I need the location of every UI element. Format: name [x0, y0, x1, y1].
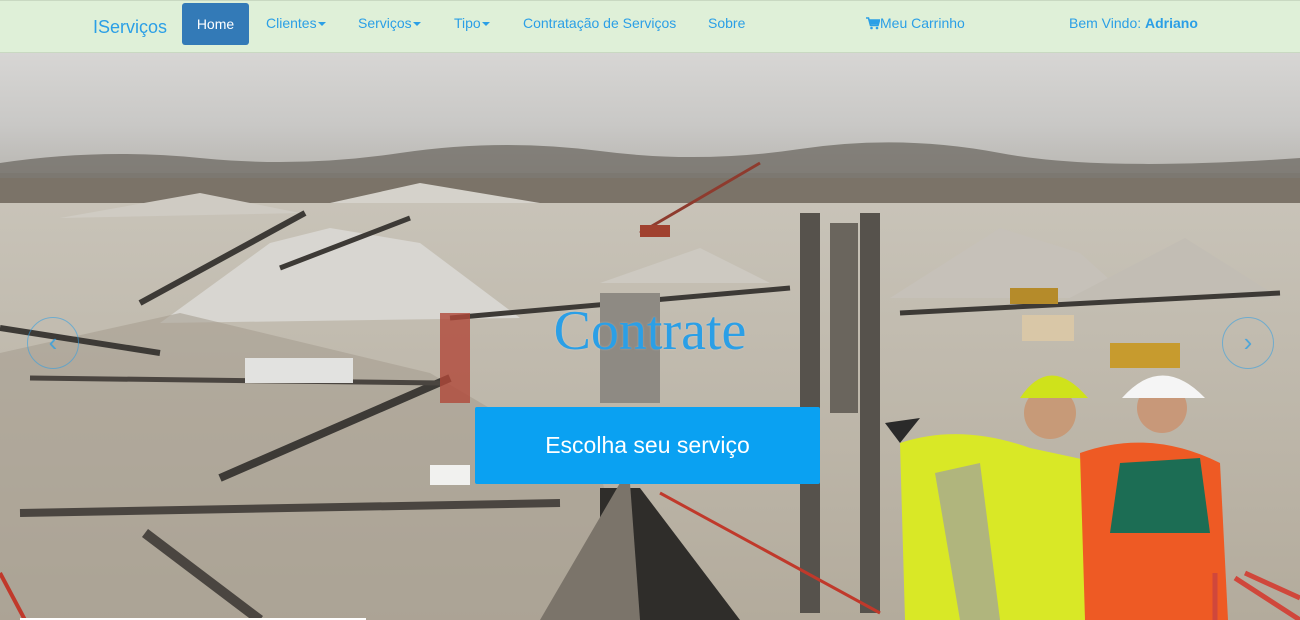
- hero-carousel: Contrate Escolha seu serviço ‹ ›: [0, 53, 1300, 620]
- choose-service-button[interactable]: Escolha seu serviço: [475, 407, 820, 484]
- hero-title: Contrate: [553, 300, 747, 362]
- nav-home-button[interactable]: Home: [182, 3, 249, 45]
- welcome-prefix: Bem Vindo:: [1069, 15, 1142, 31]
- shopping-cart-icon: [866, 17, 881, 33]
- carousel-next-button[interactable]: ›: [1222, 317, 1274, 369]
- chevron-right-icon: ›: [1243, 327, 1253, 357]
- nav-servicos-label: Serviços: [358, 15, 412, 31]
- nav-servicos-dropdown[interactable]: Serviços: [358, 15, 421, 31]
- caret-down-icon: [317, 22, 326, 27]
- brand-link[interactable]: IServiços: [93, 17, 167, 38]
- nav-sobre-link[interactable]: Sobre: [708, 15, 745, 31]
- caret-down-icon: [412, 22, 421, 27]
- nav-clientes-dropdown[interactable]: Clientes: [266, 15, 326, 31]
- user-name: Adriano: [1145, 15, 1198, 31]
- nav-tipo-dropdown[interactable]: Tipo: [454, 15, 490, 31]
- nav-clientes-label: Clientes: [266, 15, 317, 31]
- welcome-text: Bem Vindo: Adriano: [1069, 15, 1198, 31]
- caret-down-icon: [481, 22, 490, 27]
- carousel-prev-button[interactable]: ‹: [27, 317, 79, 369]
- nav-tipo-label: Tipo: [454, 15, 481, 31]
- chevron-left-icon: ‹: [48, 327, 58, 357]
- nav-cart-link[interactable]: Meu Carrinho: [866, 15, 965, 33]
- nav-contratacao-link[interactable]: Contratação de Serviços: [523, 15, 676, 31]
- nav-cart-label: Meu Carrinho: [880, 15, 965, 31]
- top-navbar: IServiços Home Clientes Serviços Tipo Co…: [0, 0, 1300, 53]
